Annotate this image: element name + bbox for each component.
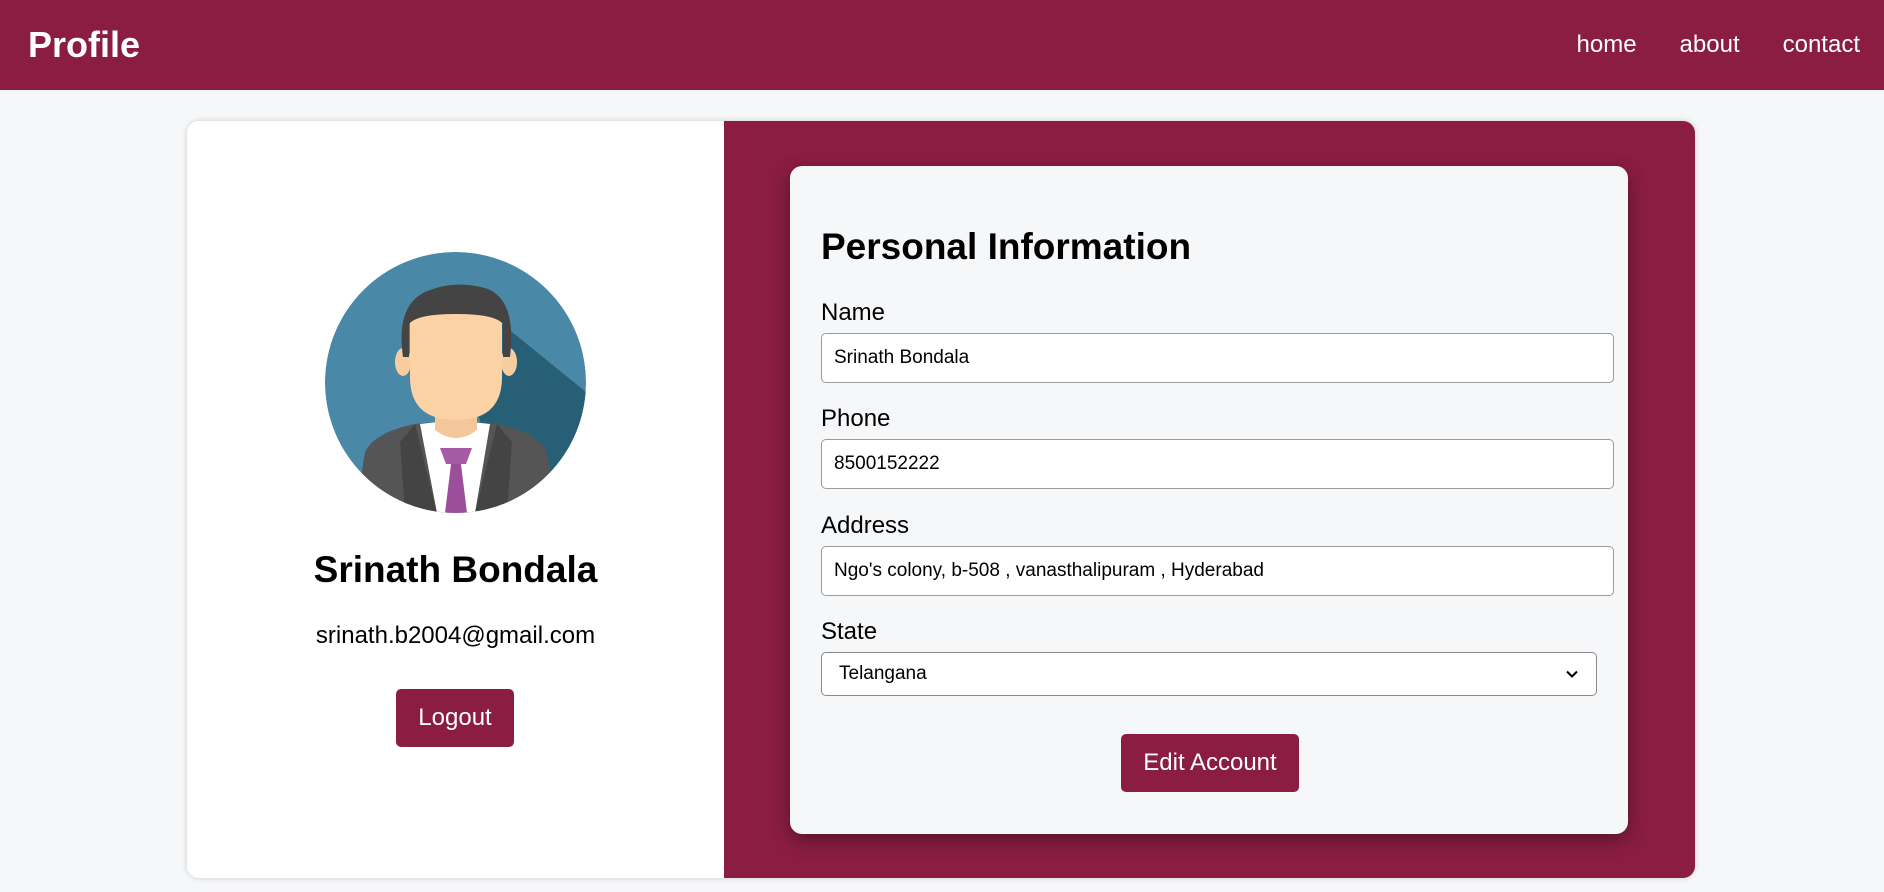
chevron-down-icon: [1566, 670, 1578, 678]
profile-name: Srinath Bondala: [313, 549, 598, 590]
state-select[interactable]: Telangana: [821, 652, 1597, 696]
top-navbar: Profile home about contact: [0, 0, 1884, 90]
nav-link-home[interactable]: home: [1577, 31, 1637, 59]
phone-label: Phone: [821, 405, 891, 432]
state-label: State: [821, 618, 878, 645]
name-label: Name: [821, 299, 886, 326]
address-field[interactable]: [821, 546, 1614, 596]
phone-field[interactable]: [821, 439, 1614, 489]
personal-info-panel: Personal Information Name Phone Address …: [790, 166, 1628, 834]
profile-summary: Srinath Bondala srinath.b2004@gmail.com …: [187, 121, 724, 878]
nav-link-about[interactable]: about: [1680, 31, 1740, 59]
nav-links: home about contact: [1534, 31, 1861, 59]
edit-account-button[interactable]: Edit Account: [1121, 734, 1299, 792]
logout-button[interactable]: Logout: [396, 689, 514, 747]
name-field[interactable]: [821, 333, 1614, 383]
profile-email: srinath.b2004@gmail.com: [315, 622, 596, 649]
nav-link-contact[interactable]: contact: [1783, 31, 1860, 59]
address-label: Address: [821, 512, 910, 539]
state-selected-value: Telangana: [839, 663, 927, 684]
form-section: Personal Information Name Phone Address …: [724, 121, 1695, 878]
panel-heading: Personal Information: [821, 226, 1192, 267]
businessman-avatar-icon: [325, 252, 586, 513]
brand-title: Profile: [28, 24, 141, 65]
profile-card: Srinath Bondala srinath.b2004@gmail.com …: [187, 121, 1695, 878]
